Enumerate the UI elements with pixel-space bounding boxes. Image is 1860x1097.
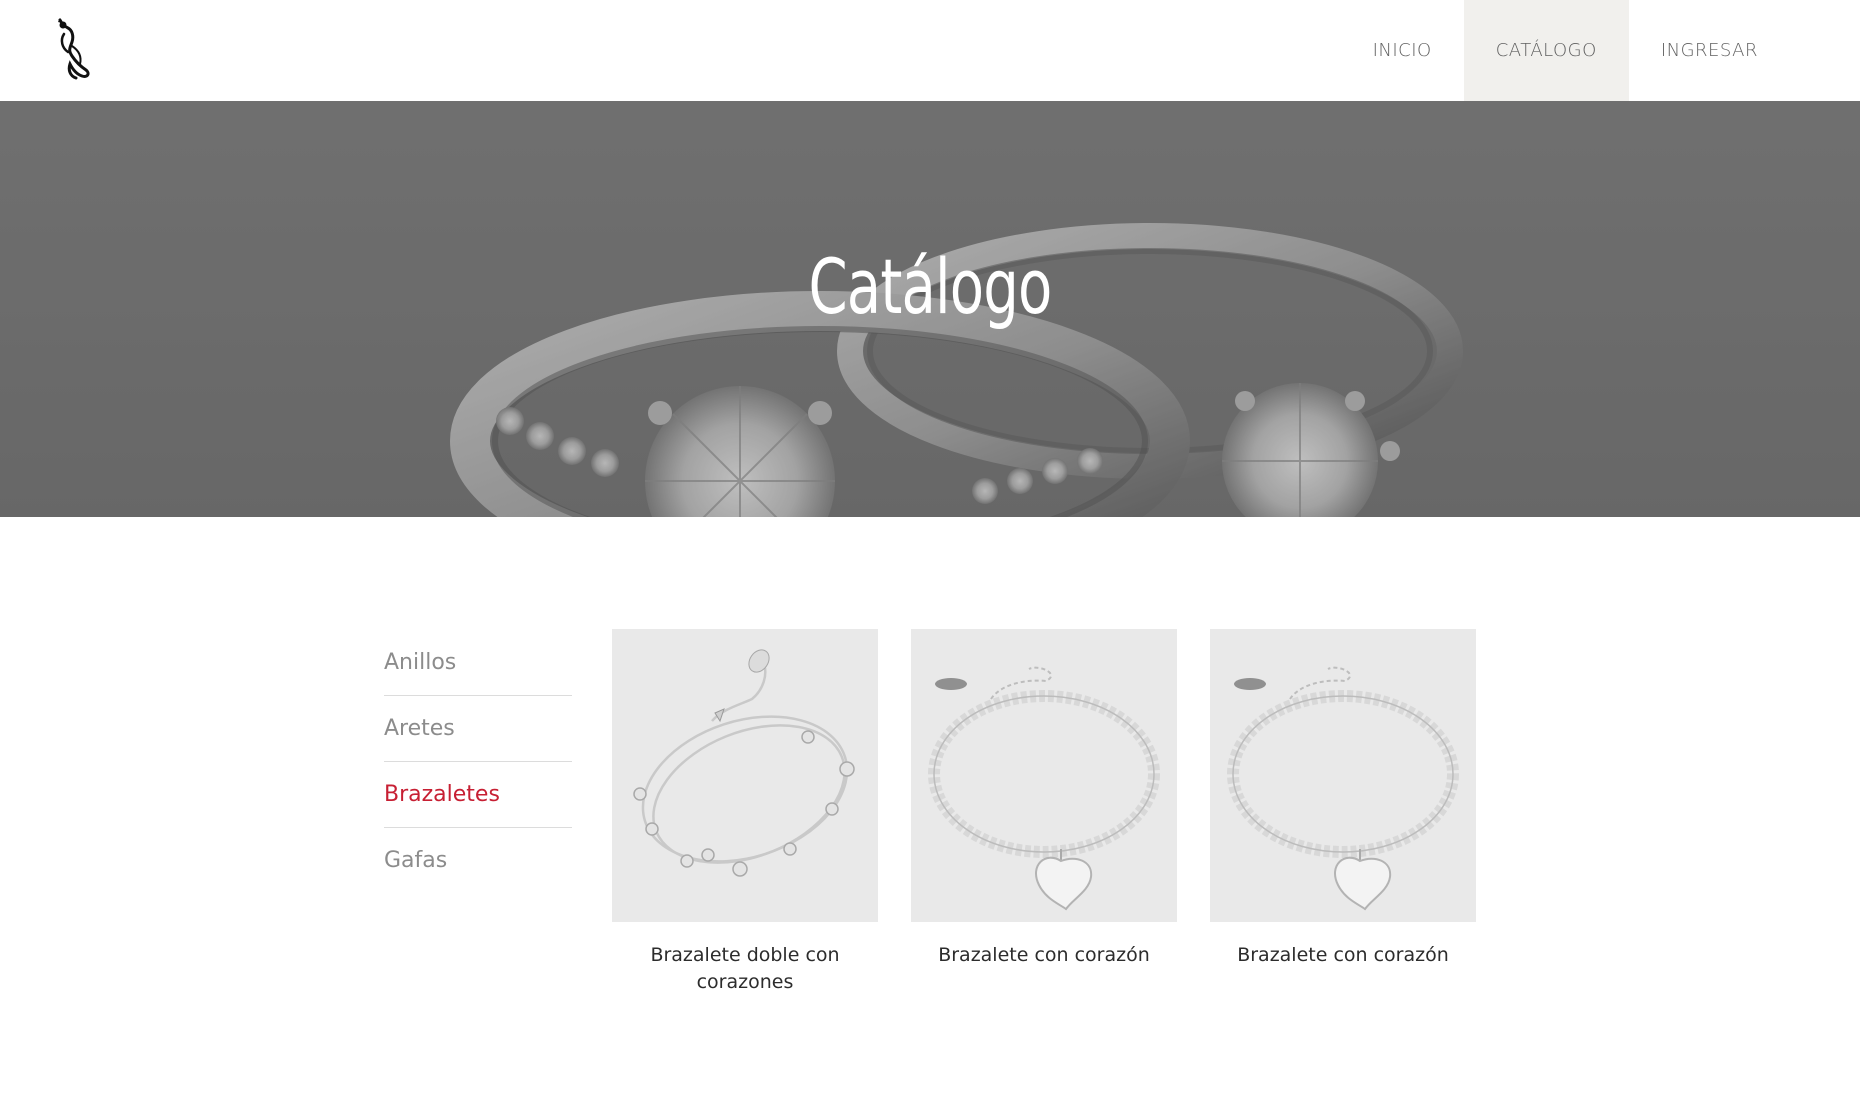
nav-inicio-label: INICIO [1372, 40, 1432, 61]
dancer-cat-logo-icon[interactable] [50, 16, 98, 80]
bead-bracelet-heart-photo[interactable] [911, 629, 1177, 922]
double-bracelet-hearts-photo[interactable] [612, 629, 878, 922]
product-card[interactable]: Brazalete doble con corazones [612, 629, 878, 996]
bead-bracelet-heart-photo[interactable] [1210, 629, 1476, 922]
product-name[interactable]: Brazalete doble con corazones [612, 942, 878, 996]
nav-ingresar-label: INGRESAR [1660, 40, 1758, 61]
product-name[interactable]: Brazalete con corazón [911, 942, 1177, 969]
product-card[interactable]: Brazalete con corazón [911, 629, 1177, 969]
category-sidebar: Anillos Aretes Brazaletes Gafas [384, 630, 572, 894]
product-grid: Brazalete doble con corazones Brazalete … [612, 629, 1477, 1009]
category-brazaletes[interactable]: Brazaletes [384, 762, 572, 828]
hero-banner: Catálogo [0, 101, 1860, 517]
nav-inicio[interactable]: INICIO [1341, 0, 1464, 101]
page-title: Catálogo [808, 242, 1052, 331]
site-header: INICIO CATÁLOGO INGRESAR [0, 0, 1860, 101]
product-name[interactable]: Brazalete con corazón [1210, 942, 1476, 969]
category-anillos[interactable]: Anillos [384, 630, 572, 696]
product-card[interactable]: Brazalete con corazón [1210, 629, 1476, 969]
main-nav: INICIO CATÁLOGO INGRESAR [1341, 0, 1860, 101]
category-gafas[interactable]: Gafas [384, 828, 572, 894]
nav-catalogo[interactable]: CATÁLOGO [1463, 0, 1629, 101]
nav-ingresar[interactable]: INGRESAR [1629, 0, 1790, 101]
category-aretes[interactable]: Aretes [384, 696, 572, 762]
nav-catalogo-label: CATÁLOGO [1495, 40, 1597, 61]
